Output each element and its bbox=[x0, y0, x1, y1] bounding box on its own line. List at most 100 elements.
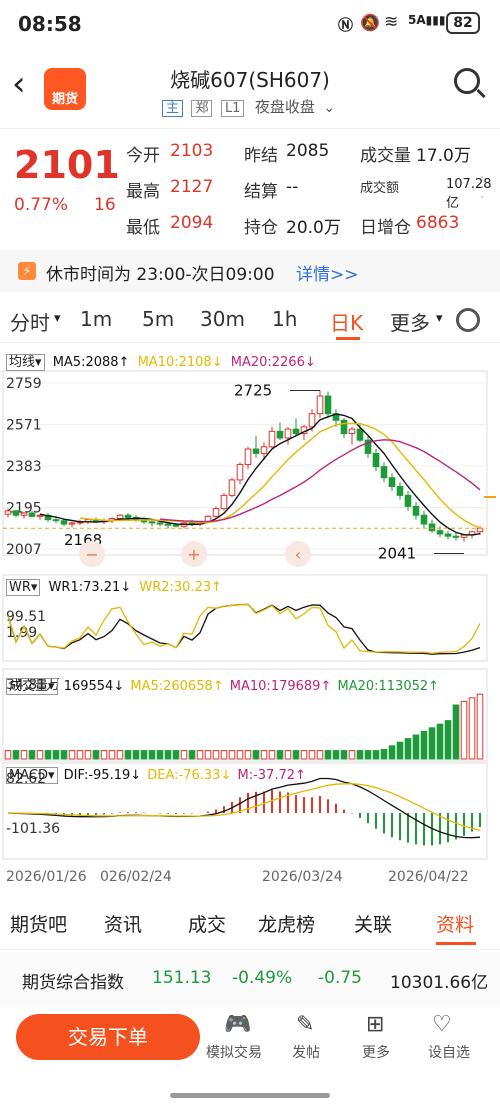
wr-select[interactable]: WR▾ bbox=[6, 579, 41, 596]
candle-body bbox=[404, 494, 412, 507]
volume-bar bbox=[84, 750, 92, 760]
volume-bar bbox=[20, 750, 28, 760]
index-change: -0.75 bbox=[318, 968, 362, 988]
tab-bottom[interactable]: 资料 bbox=[436, 910, 474, 937]
tab-bottom[interactable]: 关联 bbox=[354, 910, 392, 937]
macd-select[interactable]: MACD▾ bbox=[6, 767, 58, 784]
candle-body bbox=[276, 430, 284, 439]
volume-bar bbox=[44, 750, 52, 760]
change-value: 16 bbox=[94, 195, 116, 215]
candle-body bbox=[452, 535, 460, 538]
volume-select[interactable]: 成交量▾ bbox=[6, 678, 58, 695]
tab-period[interactable]: 1m bbox=[80, 307, 112, 331]
quote-field-value: 2085 bbox=[286, 141, 330, 161]
candle-body bbox=[52, 519, 60, 522]
candle-body bbox=[244, 448, 252, 465]
edit-icon[interactable]: ✎ bbox=[296, 1012, 314, 1037]
level-badge: L1 bbox=[220, 100, 245, 117]
volume-bar bbox=[436, 723, 444, 760]
action-label[interactable]: 更多 bbox=[362, 1042, 390, 1062]
active-tab-underline bbox=[436, 942, 476, 945]
action-label[interactable]: 模拟交易 bbox=[206, 1042, 262, 1062]
tab-bottom[interactable]: 期货吧 bbox=[10, 910, 67, 937]
quote-field-value: 2127 bbox=[170, 177, 214, 197]
candle-body bbox=[212, 508, 220, 517]
index-bar[interactable]: 期货综合指数 151.13 -0.49% -0.75 10301.66亿 bbox=[0, 952, 500, 1006]
volume-bar bbox=[324, 750, 332, 760]
candle-body bbox=[428, 523, 436, 532]
tab-period[interactable]: 更多 bbox=[390, 307, 430, 336]
settings-gear-icon[interactable] bbox=[456, 308, 480, 332]
candle-body bbox=[228, 479, 236, 496]
gamepad-icon[interactable]: 🎮 bbox=[224, 1012, 251, 1037]
kline-chart[interactable]: 27592571238321952007272520412168− + ‹99.51… bbox=[0, 343, 500, 895]
volume-bar bbox=[212, 750, 220, 760]
candle-body bbox=[292, 428, 300, 435]
volume-bar bbox=[76, 750, 84, 760]
zoom-out-icon: − bbox=[85, 545, 98, 564]
quote-field-label: 今开 bbox=[126, 146, 160, 166]
ma-line bbox=[39, 413, 481, 536]
zoom-in-icon: + bbox=[187, 545, 200, 564]
candle-body bbox=[220, 494, 228, 510]
ma-select[interactable]: 均线▾ bbox=[6, 354, 45, 371]
trade-button[interactable]: 交易下单 bbox=[16, 1014, 200, 1060]
more-dots-icon[interactable]: · · · bbox=[480, 171, 486, 205]
low-price-label: 2041 bbox=[378, 544, 416, 562]
candle-body bbox=[252, 448, 260, 454]
tab-bottom[interactable]: 成交 bbox=[188, 910, 226, 937]
vol-ma5-value: MA5:260658↑ bbox=[130, 679, 224, 694]
candle-body bbox=[396, 486, 404, 496]
volume-bar bbox=[364, 750, 372, 760]
volume-bar bbox=[276, 750, 284, 760]
notice-text: 休市时间为 23:00-次日09:00 bbox=[46, 265, 275, 285]
volume-bar bbox=[396, 741, 404, 760]
status-time: 08:58 bbox=[18, 12, 82, 36]
tab-period[interactable]: 日K bbox=[330, 307, 363, 336]
volume-label: 成交量 bbox=[9, 679, 49, 694]
candle-body bbox=[116, 514, 124, 520]
tab-period[interactable]: 5m bbox=[142, 307, 174, 331]
volume-bar bbox=[116, 750, 124, 760]
action-label[interactable]: 发帖 bbox=[292, 1042, 320, 1062]
candle-body bbox=[124, 514, 132, 518]
action-label[interactable]: 设自选 bbox=[428, 1042, 470, 1062]
tab-bottom[interactable]: 龙虎榜 bbox=[258, 910, 315, 937]
heart-icon[interactable]: ♡ bbox=[432, 1012, 452, 1037]
subtitle-row[interactable]: 主 郑 L1 夜盘收盘 ⌄ bbox=[162, 96, 335, 117]
candle-body bbox=[28, 512, 36, 517]
tab-period[interactable]: 分时 bbox=[10, 307, 50, 336]
candle-body bbox=[268, 430, 276, 448]
quote-field-label: 成交量 bbox=[360, 146, 411, 166]
quote-field-value: -- bbox=[286, 177, 299, 197]
candle-body bbox=[284, 428, 292, 439]
session-status: 夜盘收盘 bbox=[254, 98, 315, 116]
tab-period[interactable]: 1h bbox=[272, 307, 297, 331]
vol-ma20-value: MA20:113052↑ bbox=[337, 679, 440, 694]
volume-bar bbox=[28, 750, 36, 760]
volume-bar bbox=[420, 730, 428, 760]
candle-body bbox=[60, 520, 68, 525]
bottom-tabs: 期货吧 资讯 成交 龙虎榜 关联 资料 bbox=[0, 898, 500, 950]
tab-bottom[interactable]: 资讯 bbox=[104, 910, 142, 937]
volume-bar bbox=[476, 693, 484, 760]
tab-period[interactable]: 30m bbox=[200, 307, 245, 331]
candle-body bbox=[172, 524, 180, 527]
quote-field-label: 昨结 bbox=[244, 146, 278, 166]
chevron-down-icon: ▾ bbox=[436, 311, 443, 326]
macd-line bbox=[7, 777, 481, 839]
notice-detail-link[interactable]: 详情>> bbox=[296, 260, 359, 285]
volume-bar bbox=[300, 750, 308, 760]
volume-bar bbox=[148, 750, 156, 760]
notice-bar: ⚡ 休市时间为 23:00-次日09:00 详情>> bbox=[0, 250, 500, 292]
volume-bar bbox=[452, 704, 460, 760]
candle-body bbox=[356, 428, 364, 441]
grid-icon[interactable]: ⊞ bbox=[366, 1012, 384, 1037]
wr-tick-label: 1.99 bbox=[6, 625, 37, 641]
price-tick-label: 2759 bbox=[6, 376, 42, 392]
volume-bar bbox=[60, 750, 68, 760]
change-percent: 0.77% bbox=[14, 195, 69, 215]
quote-field-label: 日增仓 bbox=[360, 218, 411, 238]
volume-bar bbox=[316, 750, 324, 760]
candle-body bbox=[380, 466, 388, 479]
